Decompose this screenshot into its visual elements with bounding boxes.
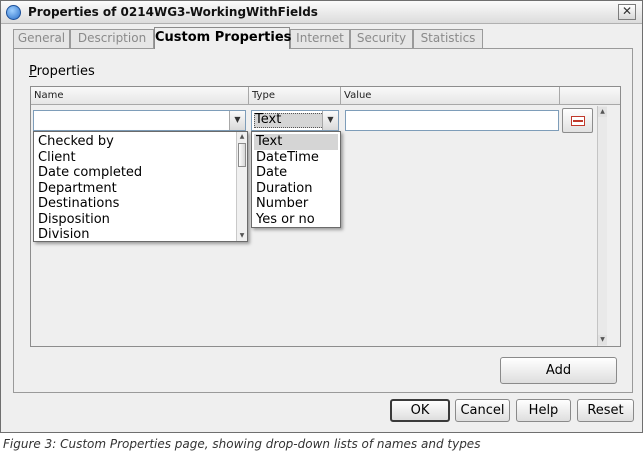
tab-internet[interactable]: Internet (290, 29, 350, 48)
close-button[interactable]: ✕ (618, 4, 636, 20)
ok-button[interactable]: OK (390, 399, 450, 422)
value-input[interactable] (345, 110, 559, 131)
remove-property-button[interactable] (562, 108, 593, 133)
help-button[interactable]: Help (516, 399, 571, 422)
chevron-down-icon[interactable]: ▼ (229, 111, 245, 130)
title-bar[interactable]: Properties of 0214WG3-WorkingWithFields … (1, 1, 642, 24)
properties-scrollbar[interactable]: ▲ ▼ (597, 106, 607, 346)
properties-table: Name Type Value ▼ Text ▼ ▲ ▼ Checked by … (30, 86, 621, 347)
custom-properties-panel: Properties Name Type Value ▼ Text ▼ ▲ ▼ (13, 48, 633, 393)
list-item[interactable]: Division (36, 227, 90, 243)
name-combobox[interactable]: ▼ (33, 110, 246, 131)
list-item[interactable]: Date (254, 165, 287, 181)
list-item[interactable]: Date completed (36, 165, 142, 181)
column-header-value[interactable]: Value (341, 87, 560, 105)
scroll-down-icon[interactable]: ▼ (237, 231, 247, 241)
tab-security[interactable]: Security (350, 29, 413, 48)
column-header-name[interactable]: Name (31, 87, 249, 105)
window-title: Properties of 0214WG3-WorkingWithFields (28, 5, 318, 19)
reset-button[interactable]: Reset (577, 399, 634, 422)
list-item[interactable]: Disposition (36, 212, 110, 228)
scroll-up-icon[interactable]: ▲ (237, 132, 247, 142)
scroll-down-icon[interactable]: ▼ (598, 335, 607, 345)
name-dropdown-list[interactable]: Checked by Client Date completed Departm… (33, 131, 248, 242)
scroll-up-icon[interactable]: ▲ (598, 107, 607, 117)
scroll-thumb[interactable] (238, 143, 246, 167)
properties-group-label: Properties (29, 64, 95, 79)
type-combobox-value: Text (255, 112, 282, 127)
type-combobox[interactable]: Text ▼ (251, 110, 339, 131)
list-item[interactable]: Number (254, 196, 308, 212)
column-header-blank (560, 87, 620, 105)
tab-bar: General Description Custom Properties In… (13, 27, 633, 49)
name-dropdown-scrollbar[interactable]: ▲ ▼ (236, 132, 247, 241)
list-item-selected[interactable]: Text (254, 134, 338, 150)
app-icon (6, 5, 21, 20)
remove-icon (571, 116, 585, 126)
list-item[interactable]: Yes or no (254, 212, 315, 228)
tab-custom-properties[interactable]: Custom Properties (154, 27, 291, 49)
list-item[interactable]: Duration (254, 181, 312, 197)
tab-general[interactable]: General (13, 29, 70, 48)
type-dropdown-list[interactable]: Text DateTime Date Duration Number Yes o… (251, 131, 341, 228)
list-item[interactable]: Client (36, 150, 76, 166)
tab-statistics[interactable]: Statistics (413, 29, 483, 48)
list-item[interactable]: Department (36, 181, 117, 197)
cancel-button[interactable]: Cancel (455, 399, 510, 422)
list-item[interactable]: DateTime (254, 150, 319, 166)
list-item[interactable]: Destinations (36, 196, 119, 212)
tab-description[interactable]: Description (70, 29, 154, 48)
column-header-type[interactable]: Type (249, 87, 341, 105)
properties-dialog: Properties of 0214WG3-WorkingWithFields … (0, 0, 643, 433)
figure-caption: Figure 3: Custom Properties page, showin… (3, 437, 481, 451)
list-item[interactable]: Checked by (36, 134, 114, 150)
add-button[interactable]: Add (500, 357, 617, 384)
chevron-down-icon[interactable]: ▼ (322, 111, 338, 130)
